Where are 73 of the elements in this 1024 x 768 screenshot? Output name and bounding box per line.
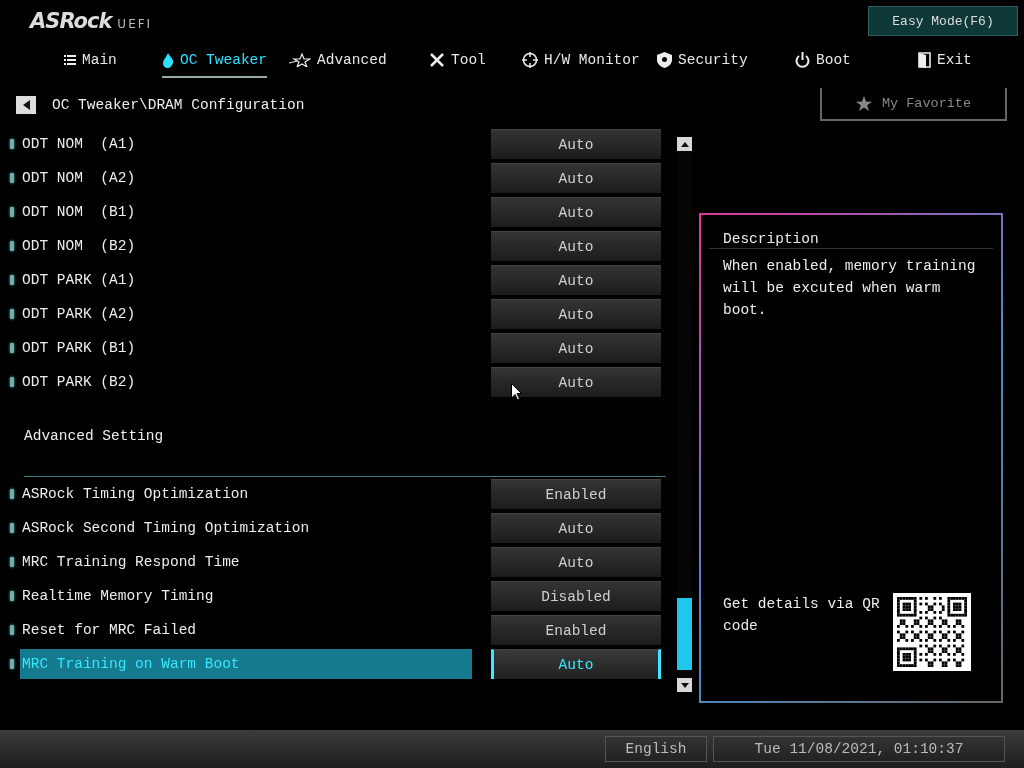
item-marker-icon (10, 523, 14, 533)
item-marker-icon (10, 625, 14, 635)
logo-suffix: UEFI (117, 17, 153, 31)
star-icon (855, 95, 872, 111)
item-marker-icon (10, 557, 14, 567)
setting-label[interactable]: ODT NOM (B2) (20, 231, 472, 261)
setting-label[interactable]: ASRock Second Timing Optimization (20, 513, 472, 543)
item-marker-icon (10, 173, 14, 183)
value-button[interactable]: Auto (491, 547, 661, 577)
list-icon (64, 54, 76, 66)
value-button[interactable]: Auto (491, 649, 661, 679)
value-button[interactable]: Auto (491, 163, 661, 193)
mouse-cursor-icon (511, 383, 522, 401)
up-arrow-icon (680, 141, 689, 147)
item-marker-icon (10, 309, 14, 319)
section-heading: Advanced Setting (24, 428, 164, 444)
shield-icon (657, 52, 672, 68)
scrollbar-thumb[interactable] (677, 598, 692, 670)
item-marker-icon (10, 489, 14, 499)
down-arrow-icon (680, 682, 689, 688)
value-button[interactable]: Auto (491, 299, 661, 329)
brand-logo: ASRock (30, 9, 112, 33)
left-arrow-icon (22, 100, 30, 110)
menu-tab[interactable]: Exit (918, 40, 972, 80)
panel-title: Description (709, 215, 993, 249)
setting-label[interactable]: ODT NOM (A2) (20, 163, 472, 193)
value-button[interactable]: Disabled (491, 581, 661, 611)
crosshair-icon (522, 52, 538, 68)
setting-label[interactable]: ODT NOM (B1) (20, 197, 472, 227)
item-marker-icon (10, 343, 14, 353)
setting-label[interactable]: ASRock Timing Optimization (20, 479, 472, 509)
menu-tab[interactable]: H/W Monitor (522, 40, 640, 80)
date-time: Tue 11/08/2021, 01:10:37 (713, 736, 1005, 762)
setting-label[interactable]: ODT NOM (A1) (20, 129, 472, 159)
value-button[interactable]: Auto (491, 513, 661, 543)
item-marker-icon (10, 139, 14, 149)
item-marker-icon (10, 207, 14, 217)
menu-tab[interactable]: Security (657, 40, 748, 80)
item-marker-icon (10, 591, 14, 601)
qr-hint-text: Get details via QR code (723, 595, 881, 636)
language-button[interactable]: English (605, 736, 707, 762)
value-button[interactable]: Auto (491, 231, 661, 261)
setting-label[interactable]: MRC Training Respond Time (20, 547, 472, 577)
value-button[interactable]: Enabled (491, 615, 661, 645)
my-favorite-button[interactable]: My Favorite (820, 87, 1007, 121)
setting-label[interactable]: Reset for MRC Failed (20, 615, 472, 645)
back-button[interactable] (16, 96, 36, 114)
value-button[interactable]: Auto (491, 367, 661, 397)
item-marker-icon (10, 659, 14, 669)
breadcrumb-path: OC Tweaker\DRAM Configuration (52, 97, 305, 113)
setting-label[interactable]: Realtime Memory Timing (20, 581, 472, 611)
exit-door-icon (918, 52, 931, 68)
menu-tab[interactable]: Boot (795, 40, 851, 80)
value-button[interactable]: Enabled (491, 479, 661, 509)
value-button[interactable]: Auto (491, 333, 661, 363)
item-marker-icon (10, 377, 14, 387)
menu-tab[interactable]: Tool (429, 40, 486, 80)
description-text: When enabled, memory training will be excuted when warm boot. (722, 257, 977, 320)
setting-label[interactable]: ODT PARK (A1) (20, 265, 472, 295)
item-marker-icon (10, 241, 14, 251)
power-icon (795, 52, 810, 68)
scrollbar[interactable] (677, 137, 692, 692)
setting-label[interactable]: ODT PARK (B1) (20, 333, 472, 363)
star-icon (289, 53, 311, 67)
setting-label[interactable]: ODT PARK (A2) (20, 299, 472, 329)
setting-label[interactable]: ODT PARK (B2) (20, 367, 472, 397)
item-marker-icon (10, 275, 14, 285)
menu-tab[interactable]: Main (64, 40, 117, 80)
easy-mode-button[interactable]: Easy Mode(F6) (868, 6, 1018, 36)
value-button[interactable]: Auto (491, 197, 661, 227)
value-button[interactable]: Auto (491, 129, 661, 159)
value-button[interactable]: Auto (491, 265, 661, 295)
menu-tab[interactable]: Advanced (289, 40, 387, 80)
